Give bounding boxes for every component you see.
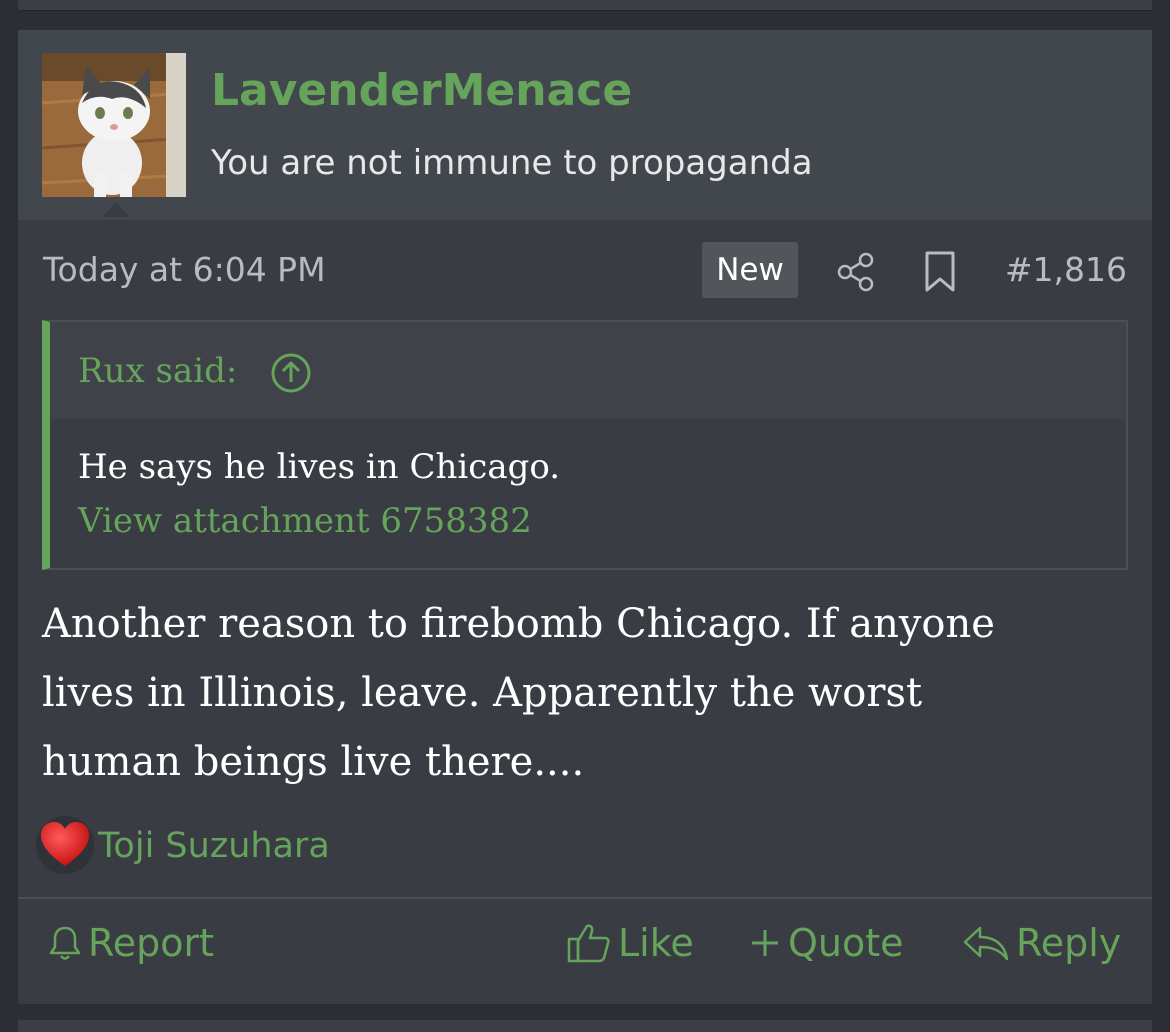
post-body-line: Another reason to firebomb Chicago. If a… (42, 601, 995, 647)
reply-arrow-icon (963, 926, 1009, 961)
user-block: LavenderMenace You are not immune to pro… (18, 30, 1152, 220)
reply-button[interactable]: Reply (962, 918, 1121, 968)
post-body-line: lives in Illinois, leave. Apparently the… (42, 670, 923, 716)
quote-label: Quote (788, 921, 904, 965)
attachment-link[interactable]: View attachment 6758382 (78, 500, 532, 542)
bookmark-icon[interactable] (922, 250, 958, 294)
quote-block: Rux said: He says he lives in Chicago. V… (42, 320, 1128, 570)
username[interactable]: LavenderMenace (211, 63, 632, 119)
bell-icon (49, 926, 81, 960)
plus-icon (752, 930, 778, 956)
heart-reaction-icon[interactable] (36, 816, 94, 874)
forum-post: LavenderMenace You are not immune to pro… (18, 30, 1152, 1004)
previous-post-edge (18, 0, 1152, 11)
like-label: Like (618, 921, 694, 965)
user-title: You are not immune to propaganda (211, 143, 813, 183)
arrow-up-circle-icon[interactable] (270, 352, 312, 394)
new-badge: New (702, 242, 798, 298)
like-button[interactable]: Like (566, 918, 694, 968)
post-number[interactable]: #1,816 (1005, 250, 1127, 290)
reply-label: Reply (1016, 921, 1122, 965)
next-post-edge (18, 1020, 1152, 1032)
quote-button[interactable]: Quote (748, 918, 904, 968)
post-date[interactable]: Today at 6:04 PM (43, 250, 326, 290)
footer-divider (18, 897, 1152, 899)
cat-avatar-image (42, 53, 186, 197)
thumbs-up-icon (567, 924, 610, 963)
avatar[interactable] (42, 53, 186, 197)
quote-text: He says he lives in Chicago. (78, 447, 561, 487)
share-icon[interactable] (836, 252, 876, 292)
quote-header: Rux said: (50, 322, 1126, 419)
reaction-user[interactable]: Toji Suzuhara (98, 826, 330, 866)
report-label: Report (88, 921, 214, 965)
post-body-line: human beings live there.... (42, 739, 585, 785)
report-button[interactable]: Report (48, 918, 214, 968)
quote-author[interactable]: Rux said: (78, 350, 237, 392)
post-body: Another reason to firebomb Chicago. If a… (42, 590, 1132, 797)
user-block-pointer (102, 202, 130, 217)
heart-icon (41, 822, 89, 866)
